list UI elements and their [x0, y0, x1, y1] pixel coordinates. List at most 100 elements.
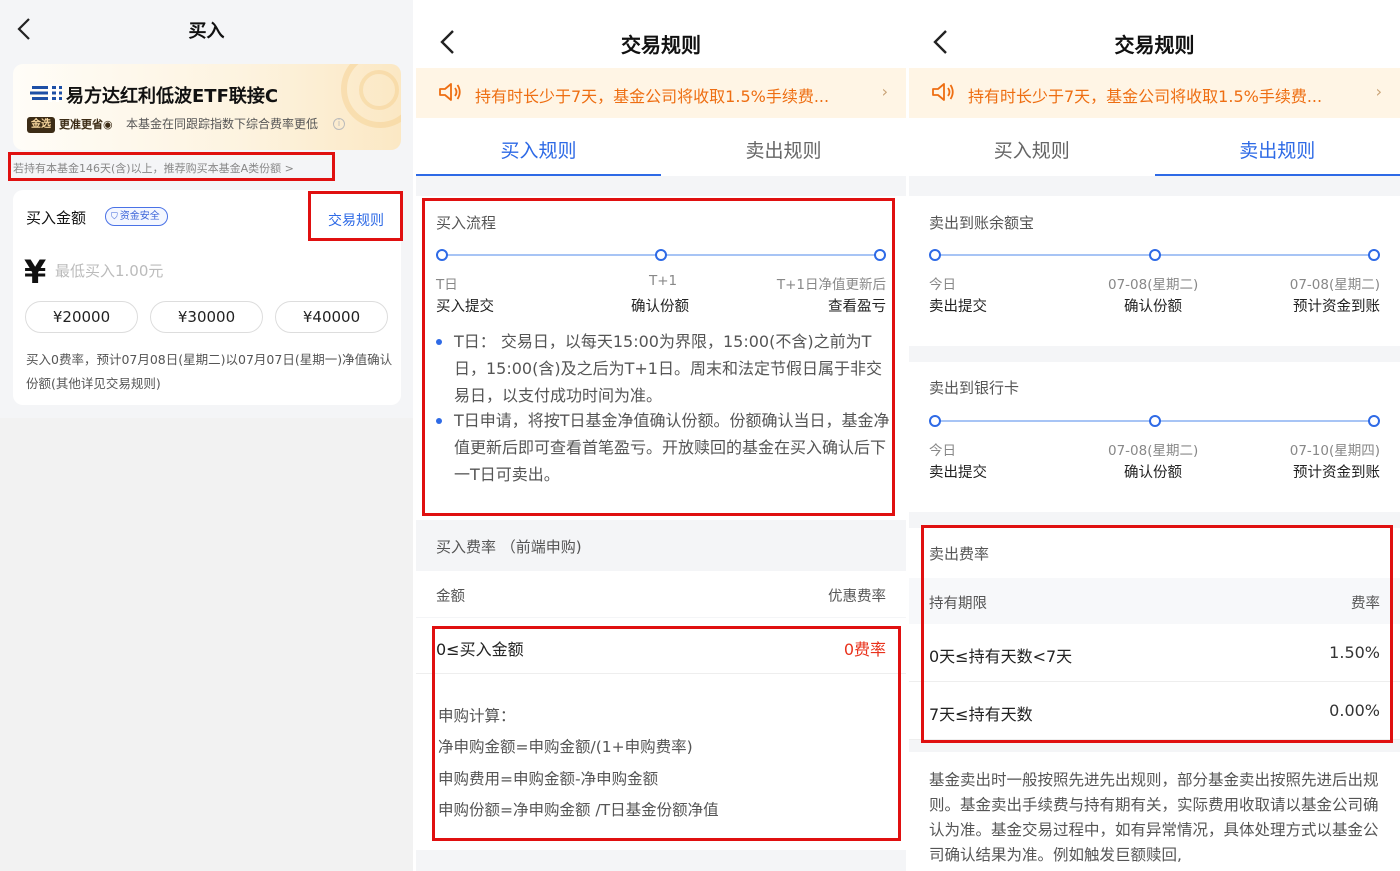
step-label: 预计资金到账 [1293, 299, 1380, 315]
column-header: 持有期限 [929, 596, 987, 612]
buy-rules-panel: 交易规则 持有时长少于7天，基金公司将收取1.5%手续费... › 买入规则 卖… [416, 0, 906, 871]
table-row: 0天≤持有天数<7天 1.50% [909, 624, 1400, 682]
tab-sell-rules[interactable]: 卖出规则 [661, 136, 906, 163]
rule-bullet: T日申请，将按T日基金净值确认份额。份额确认当日，基金净值更新后即可查看首笔盈亏… [454, 411, 890, 484]
hold-period: 0天≤持有天数<7天 [929, 647, 1073, 666]
tab-sell-rules[interactable]: 卖出规则 [1155, 136, 1400, 163]
page-title: 交易规则 [1114, 33, 1195, 57]
buy-panel-blank [0, 418, 413, 871]
fee-table-header: 金额 优惠费率 [416, 571, 906, 617]
calc-card [416, 674, 906, 850]
sell-rule-description: 基金卖出时一般按照先进先出规则，部分基金卖出按照先进后出规则。基金卖出手续费与持… [929, 771, 1379, 864]
medal-icon: ◉ [103, 118, 113, 131]
table-row: 7天≤持有天数 0.00% [909, 682, 1400, 740]
fee-notice-bar[interactable]: 持有时长少于7天，基金公司将收取1.5%手续费... › [909, 68, 1400, 118]
fee-rate: 1.50% [1329, 643, 1380, 662]
amount-input[interactable] [55, 260, 315, 282]
tab-underline [416, 174, 661, 176]
hold-tip-link[interactable]: 若持有本基金146天(含)以上，推荐购买本基金A类份额 > [13, 160, 294, 176]
notice-text: 持有时长少于7天，基金公司将收取1.5%手续费... [475, 87, 830, 106]
step-day: 07-08(星期二) [1289, 277, 1380, 293]
timeline-dot [1149, 415, 1161, 427]
nav-bar: 交易规则 [909, 0, 1400, 68]
chevron-right-icon: › [1375, 82, 1382, 101]
bullet-dot [436, 418, 442, 424]
step-label: 确认份额 [1124, 465, 1182, 481]
sell-rules-panel: 交易规则 持有时长少于7天，基金公司将收取1.5%手续费... › 买入规则 卖… [909, 0, 1400, 871]
speaker-icon [932, 83, 954, 101]
fee-notice-bar[interactable]: 持有时长少于7天，基金公司将收取1.5%手续费... › [416, 68, 906, 118]
step-label: 卖出提交 [929, 465, 987, 481]
trade-rules-link[interactable]: 交易规则 [328, 210, 384, 230]
shield-icon: ⛉ [111, 212, 118, 222]
chevron-right-icon: › [881, 82, 888, 101]
hold-period: 7天≤持有天数 [929, 705, 1033, 724]
currency-symbol: ¥ [24, 253, 47, 291]
tab-buy-rules[interactable]: 买入规则 [909, 136, 1155, 163]
fee-table-header: 持有期限 费率 [909, 578, 1400, 624]
timeline-dot [1149, 249, 1161, 261]
table-row: 0≤买入金额 0费率 [416, 618, 906, 674]
section-title: 卖出费率 [929, 545, 990, 563]
bullet-dot [436, 339, 442, 345]
quick-amount-20000-button[interactable]: ¥20000 [25, 301, 138, 333]
section-title: 卖出到银行卡 [929, 379, 1020, 397]
step-day: T+1 [649, 273, 678, 289]
fee-rate: 0费率 [843, 640, 886, 659]
rule-tabs: 买入规则 卖出规则 [909, 118, 1400, 176]
nav-bar: 交易规则 [416, 0, 906, 68]
timeline-dot [874, 249, 886, 261]
calc-line: 净申购金额=申购金额/(1+申购费率) [438, 738, 693, 756]
step-day: 07-08(星期二) [1108, 443, 1199, 459]
calc-line: 申购费用=申购金额-净申购金额 [438, 770, 659, 788]
gold-badge: 金选 [27, 117, 55, 133]
quick-amount-30000-button[interactable]: ¥30000 [150, 301, 263, 333]
calc-line: 申购份额=净申购金额 /T日基金份额净值 [438, 801, 719, 819]
step-day: T日 [436, 277, 458, 293]
confirm-description: 买入0费率，预计07月08日(星期二)以07月07日(星期一)净值确认份额(其他… [26, 352, 393, 391]
step-label: 卖出提交 [929, 299, 987, 315]
step-day: 07-10(星期四) [1289, 443, 1380, 459]
page-title: 交易规则 [621, 33, 701, 57]
column-header: 费率 [1351, 596, 1380, 612]
section-title: 买入流程 [436, 214, 497, 232]
timeline-dot [1368, 249, 1380, 261]
timeline-dot [929, 415, 941, 427]
rule-tabs: 买入规则 卖出规则 [416, 118, 906, 176]
step-day: 今日 [929, 277, 956, 293]
step-day: T+1日净值更新后 [776, 277, 886, 293]
tab-buy-rules[interactable]: 买入规则 [416, 136, 661, 163]
fund-safety-badge[interactable]: ⛉ 资金安全 [105, 207, 168, 226]
amount-label: 买入金额 [26, 209, 87, 227]
step-label: 查看盈亏 [828, 299, 886, 315]
column-header: 优惠费率 [828, 589, 886, 605]
notice-text: 持有时长少于7天，基金公司将收取1.5%手续费... [968, 87, 1323, 106]
step-label: 确认份额 [631, 299, 689, 315]
timeline-dot [655, 249, 667, 261]
section-title: 买入费率 （前端申购) [436, 538, 582, 556]
fund-name: 易方达红利低波ETF联接C [66, 86, 279, 107]
decor-ring [359, 70, 399, 110]
section-title: 卖出到账余额宝 [929, 214, 1035, 232]
timeline-dot [1368, 415, 1380, 427]
step-label: 买入提交 [436, 299, 494, 315]
timeline-dot [436, 249, 448, 261]
timeline-dot [929, 249, 941, 261]
fund-note: 本基金在同跟踪指数下综合费率更低 [126, 117, 319, 131]
speaker-icon [439, 83, 461, 101]
fee-rate: 0.00% [1329, 701, 1380, 720]
quick-amount-40000-button[interactable]: ¥40000 [275, 301, 388, 333]
chevron-right-icon: > [284, 162, 294, 175]
rule-bullet: T日： 交易日，以每天15:00为界限，15:00(不含)之前为T日，15:00… [454, 332, 882, 405]
buy-panel: 买入 易方达红利低波ETF联接C 金选 更准更省◉ 本基金在同跟踪指数下综合费率… [0, 0, 413, 871]
step-label: 预计资金到账 [1293, 465, 1380, 481]
fund-company-logo-icon [30, 84, 62, 102]
fee-range: 0≤买入金额 [436, 640, 524, 659]
tab-underline [1155, 174, 1400, 176]
step-day: 07-08(星期二) [1108, 277, 1199, 293]
badge-text: 更准更省◉ [59, 118, 113, 131]
page-title: 买入 [188, 21, 225, 42]
step-day: 今日 [929, 443, 956, 459]
info-icon[interactable]: i [333, 118, 345, 130]
calc-title: 申购计算： [438, 707, 516, 725]
